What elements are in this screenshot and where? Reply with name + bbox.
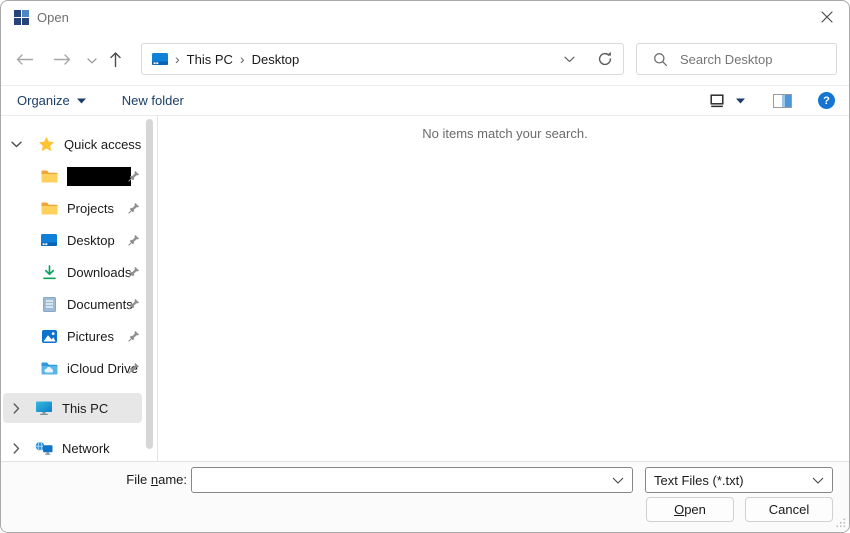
up-button[interactable] <box>109 51 122 68</box>
sidebar-item-label: This PC <box>62 401 108 416</box>
desktop-icon <box>39 234 59 246</box>
sidebar-item-documents[interactable]: Documents <box>1 289 151 319</box>
sidebar-item-label: Pictures <box>67 329 114 344</box>
help-button[interactable]: ? <box>818 92 835 109</box>
sidebar-item-projects[interactable]: Projects <box>1 193 151 223</box>
sidebar-item-downloads[interactable]: Downloads <box>1 257 151 287</box>
desktop-location-icon <box>152 53 168 65</box>
open-button[interactable]: Open <box>646 497 734 522</box>
sidebar-item-desktop[interactable]: Desktop <box>1 225 151 255</box>
help-icon: ? <box>823 95 830 107</box>
preview-pane-button[interactable] <box>773 94 792 108</box>
address-bar[interactable]: › This PC › Desktop <box>141 43 624 75</box>
chevron-down-icon <box>564 56 575 63</box>
downloads-icon <box>39 265 59 280</box>
search-box[interactable] <box>636 43 837 75</box>
chevron-down-icon <box>87 58 97 64</box>
pin-icon <box>128 202 140 217</box>
forward-arrow-icon <box>53 53 72 66</box>
sidebar-item-label: Desktop <box>67 233 115 248</box>
empty-folder-message: No items match your search. <box>159 126 850 141</box>
views-icon <box>710 94 726 108</box>
chevron-down-icon <box>612 477 624 484</box>
network-icon <box>34 441 54 455</box>
sidebar-item-label: Projects <box>67 201 114 216</box>
app-window-icon <box>14 10 29 25</box>
folder-icon <box>39 170 59 183</box>
chevron-right-icon[interactable] <box>7 403 25 414</box>
up-arrow-icon <box>109 51 122 68</box>
chevron-down-icon[interactable] <box>7 141 25 148</box>
dropdown-arrow-icon <box>736 98 745 104</box>
navigation-bar: › This PC › Desktop <box>1 33 849 85</box>
pin-icon <box>128 170 140 185</box>
organize-label: Organize <box>17 93 70 108</box>
redacted-label <box>67 167 131 186</box>
address-dropdown-button[interactable] <box>564 56 575 63</box>
sidebar-item-label: Downloads <box>67 265 131 280</box>
sidebar-item-this-pc[interactable]: This PC <box>1 393 151 423</box>
change-view-button[interactable] <box>710 94 745 108</box>
file-list-area[interactable]: No items match your search. <box>159 116 850 461</box>
cancel-button[interactable]: Cancel <box>745 497 833 522</box>
file-name-label: File name: <box>1 472 187 487</box>
sidebar-item-quick-access[interactable]: Quick access <box>1 129 151 159</box>
breadcrumb-separator: › <box>233 51 252 67</box>
pin-icon <box>128 266 140 281</box>
sidebar-item-redacted-folder[interactable] <box>1 161 151 191</box>
pin-icon <box>128 298 140 313</box>
back-button[interactable] <box>15 53 34 66</box>
file-type-dropdown[interactable]: Text Files (*.txt) <box>645 467 833 493</box>
sidebar-item-network[interactable]: Network <box>1 433 151 463</box>
pin-icon <box>128 362 140 377</box>
pin-icon <box>128 330 140 345</box>
sidebar-item-pictures[interactable]: Pictures <box>1 321 151 351</box>
refresh-icon <box>597 51 613 67</box>
sidebar-item-label: Quick access <box>64 137 141 152</box>
folder-icon <box>39 202 59 215</box>
breadcrumb-separator: › <box>168 51 187 67</box>
search-input[interactable] <box>680 52 810 67</box>
forward-button[interactable] <box>53 53 72 66</box>
recent-locations-button[interactable] <box>87 58 97 64</box>
sidebar-item-label: Network <box>62 441 110 456</box>
title-bar[interactable]: Open <box>1 1 849 33</box>
dialog-body: Quick access Projects <box>1 116 849 461</box>
file-type-value: Text Files (*.txt) <box>654 473 744 488</box>
navigation-pane: Quick access Projects <box>1 116 158 461</box>
star-icon <box>36 136 56 152</box>
dropdown-arrow-icon <box>77 98 86 104</box>
sidebar-item-icloud-drive[interactable]: iCloud Drive <box>1 353 151 383</box>
preview-pane-icon <box>773 94 792 108</box>
refresh-button[interactable] <box>597 51 613 67</box>
breadcrumb-this-pc[interactable]: This PC <box>187 52 233 67</box>
new-folder-button[interactable]: New folder <box>122 93 184 108</box>
close-button[interactable] <box>815 6 839 28</box>
dialog-footer: File name: Text Files (*.txt) Open Cance… <box>1 461 849 533</box>
pin-icon <box>128 234 140 249</box>
chevron-right-icon[interactable] <box>7 443 25 454</box>
open-file-dialog: Open <box>0 0 850 533</box>
sidebar-scrollbar[interactable] <box>146 119 153 449</box>
back-arrow-icon <box>15 53 34 66</box>
file-name-input[interactable] <box>192 468 612 492</box>
organize-button[interactable]: Organize <box>17 93 86 108</box>
documents-icon <box>39 297 59 312</box>
command-bar: Organize New folder <box>1 85 849 116</box>
file-name-combobox[interactable] <box>191 467 633 493</box>
chevron-down-icon <box>812 477 824 484</box>
pictures-icon <box>39 330 59 343</box>
new-folder-label: New folder <box>122 93 184 108</box>
search-icon <box>653 52 668 67</box>
window-title: Open <box>37 10 69 25</box>
close-icon <box>821 11 833 23</box>
resize-grip[interactable] <box>835 516 846 531</box>
breadcrumb-desktop[interactable]: Desktop <box>252 52 300 67</box>
icloud-folder-icon <box>39 362 59 375</box>
this-pc-icon <box>34 401 54 415</box>
sidebar-item-label: Documents <box>67 297 133 312</box>
